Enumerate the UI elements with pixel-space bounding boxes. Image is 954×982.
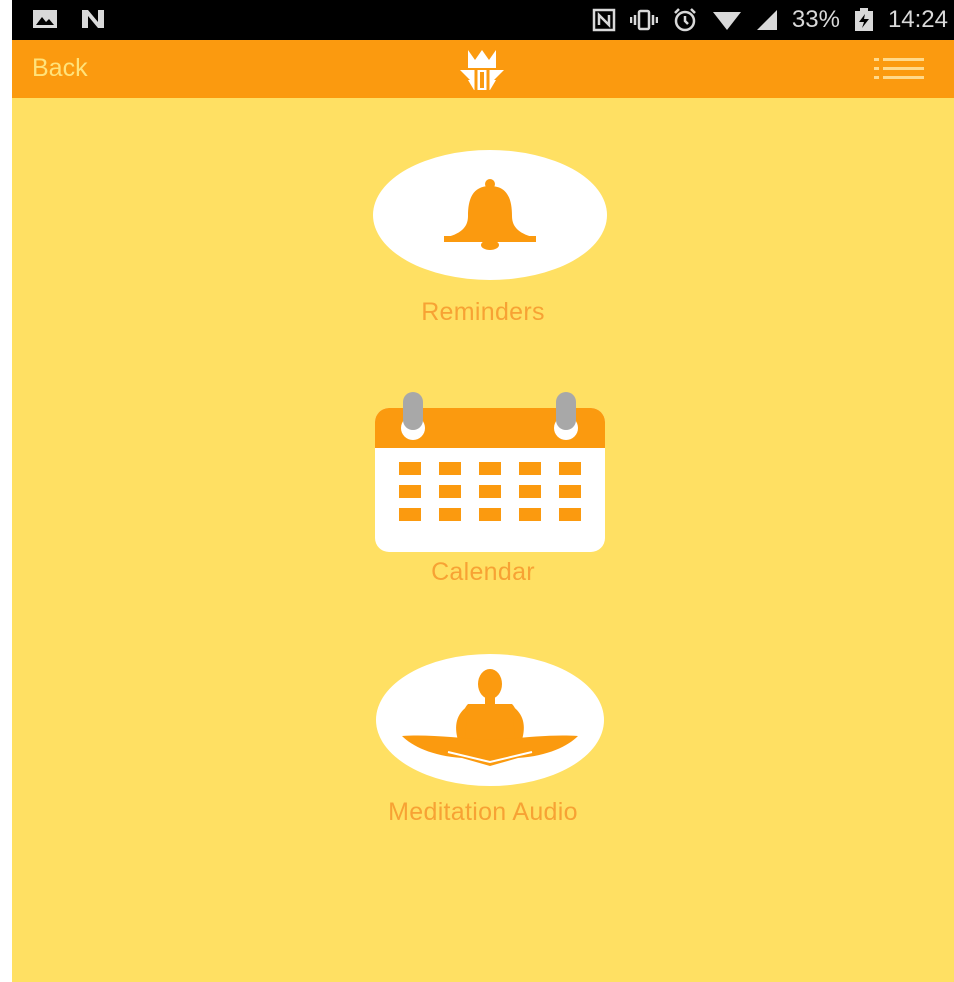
meditation-audio-label: Meditation Audio [388,798,578,826]
alarm-icon [674,8,696,32]
signal-icon [756,10,777,30]
clock: 14:24 [887,6,948,33]
main-content: Reminders Calendar Meditation Audio [12,98,954,982]
image-icon [33,10,57,28]
reminders-button[interactable]: Reminders [12,150,954,335]
status-bar: 33% 14:24 [12,0,954,40]
back-button[interactable]: Back [32,54,88,83]
reminders-label: Reminders [421,298,545,326]
meditation-icon [402,669,578,766]
meditation-audio-button[interactable]: Meditation Audio [12,654,954,834]
calendar-icon [375,392,605,552]
nfc-icon [592,8,616,32]
vibrate-icon [629,9,658,31]
n-notification-icon [82,10,104,28]
wifi-icon [712,12,741,30]
battery-percentage: 33% [791,6,840,33]
calendar-label: Calendar [431,558,535,586]
calendar-button[interactable]: Calendar [12,390,954,590]
app-logo-icon [460,50,504,90]
battery-charging-icon [854,8,873,31]
hamburger-menu-icon[interactable] [874,58,924,80]
bell-icon [444,179,536,250]
app-bar: Back [12,40,954,98]
